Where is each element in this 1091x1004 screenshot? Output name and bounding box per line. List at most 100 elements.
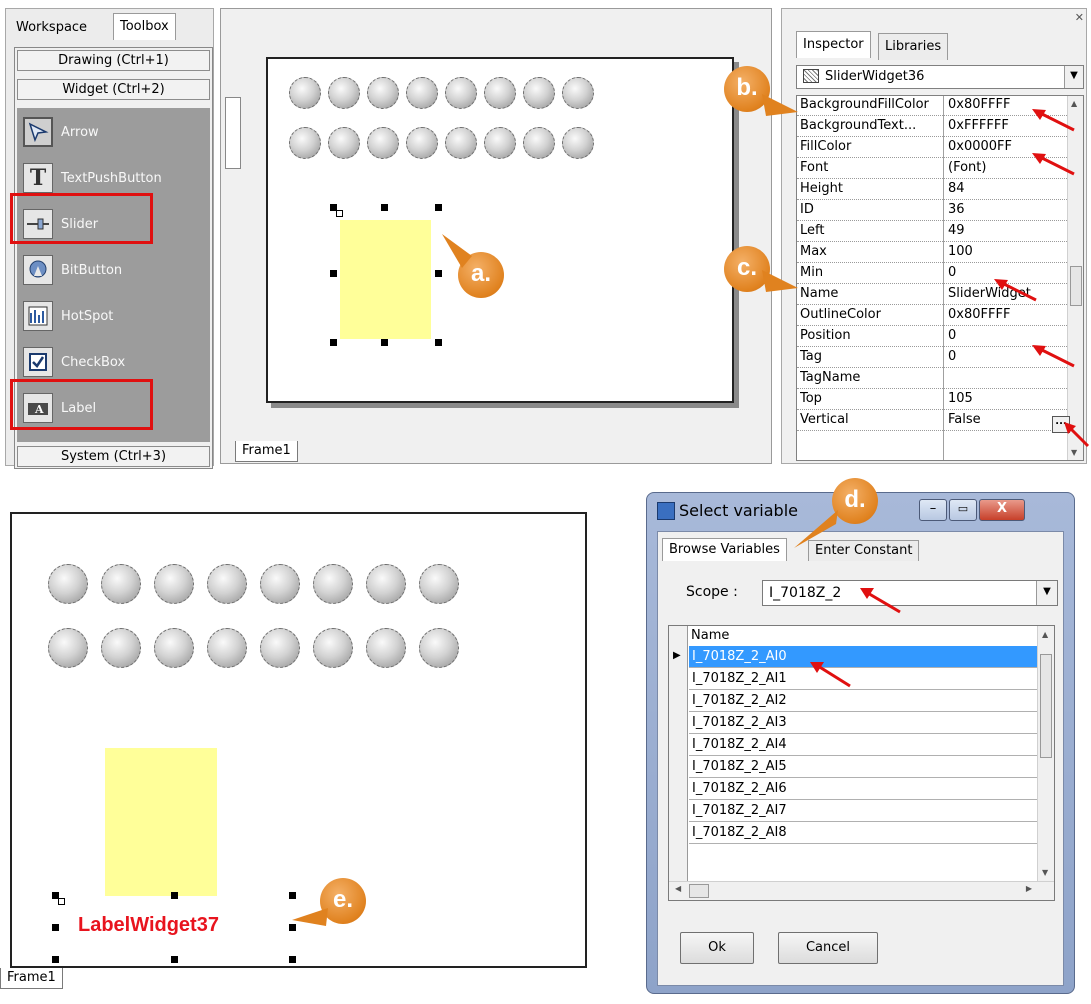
knob-widget[interactable] bbox=[445, 127, 477, 159]
variable-row[interactable]: I_7018Z_2_AI6 bbox=[689, 778, 1053, 800]
knob-widget[interactable] bbox=[289, 77, 321, 109]
knob-widget[interactable] bbox=[207, 628, 247, 668]
property-row[interactable]: Max 100 bbox=[797, 243, 1069, 263]
knob-widget[interactable] bbox=[523, 77, 555, 109]
tab-libraries[interactable]: Libraries bbox=[878, 33, 949, 60]
chevron-down-icon[interactable]: ▼ bbox=[1064, 66, 1083, 88]
property-row[interactable]: Font (Font) bbox=[797, 159, 1069, 179]
toolbox-item-textpushbutton[interactable]: T TextPushButton bbox=[23, 160, 162, 196]
property-value[interactable]: False bbox=[948, 412, 981, 427]
knob-widget[interactable] bbox=[101, 628, 141, 668]
knob-widget[interactable] bbox=[313, 628, 353, 668]
knob-widget[interactable] bbox=[445, 77, 477, 109]
variable-row[interactable]: I_7018Z_2_AI3 bbox=[689, 712, 1053, 734]
knob-widget[interactable] bbox=[313, 564, 353, 604]
resize-handle[interactable] bbox=[52, 924, 59, 931]
knob-widget[interactable] bbox=[562, 127, 594, 159]
tab-toolbox[interactable]: Toolbox bbox=[113, 13, 176, 40]
knob-widget[interactable] bbox=[260, 564, 300, 604]
property-row[interactable]: BackgroundText... 0xFFFFFF bbox=[797, 117, 1069, 137]
cancel-button[interactable]: Cancel bbox=[778, 932, 878, 964]
knob-widget[interactable] bbox=[101, 564, 141, 604]
property-value[interactable]: 105 bbox=[948, 391, 973, 406]
knob-widget[interactable] bbox=[366, 564, 406, 604]
toolbox-item-arrow[interactable]: Arrow bbox=[23, 114, 99, 150]
vertical-scrollbar[interactable]: ▲ ▼ bbox=[1037, 626, 1054, 881]
property-row[interactable]: Vertical False bbox=[797, 411, 1069, 431]
property-row[interactable]: BackgroundFillColor 0x80FFFF bbox=[797, 96, 1069, 116]
chevron-right-icon[interactable]: ▶ bbox=[1026, 884, 1032, 893]
chevron-down-icon[interactable]: ▼ bbox=[1036, 581, 1057, 605]
scrollbar-thumb[interactable] bbox=[1070, 266, 1082, 306]
property-value[interactable]: 0x80FFFF bbox=[948, 97, 1010, 112]
knob-widget[interactable] bbox=[562, 77, 594, 109]
tab-frame1[interactable]: Frame1 bbox=[235, 441, 298, 462]
property-value[interactable]: 0 bbox=[948, 349, 956, 364]
variable-row[interactable]: I_7018Z_2_AI5 bbox=[689, 756, 1053, 778]
maximize-icon[interactable]: ▭ bbox=[949, 499, 977, 521]
knob-widget[interactable] bbox=[406, 127, 438, 159]
frame-canvas[interactable] bbox=[266, 57, 734, 403]
tab-inspector[interactable]: Inspector bbox=[796, 31, 871, 58]
property-value[interactable]: 49 bbox=[948, 223, 965, 238]
knob-widget[interactable] bbox=[154, 628, 194, 668]
resize-handle[interactable] bbox=[171, 892, 178, 899]
scrollbar-thumb[interactable] bbox=[689, 884, 709, 898]
variable-row[interactable]: I_7018Z_2_AI2 bbox=[689, 690, 1053, 712]
resize-handle[interactable] bbox=[58, 898, 65, 905]
property-row[interactable]: Top 105 bbox=[797, 390, 1069, 410]
label-widget[interactable]: LabelWidget37 bbox=[78, 914, 219, 937]
knob-widget[interactable] bbox=[48, 564, 88, 604]
toolbox-item-bitbutton[interactable]: BitButton bbox=[23, 252, 122, 288]
knob-widget[interactable] bbox=[367, 77, 399, 109]
toolbox-item-hotspot[interactable]: HotSpot bbox=[23, 298, 113, 334]
variable-row[interactable]: I_7018Z_2_AI4 bbox=[689, 734, 1053, 756]
property-value[interactable]: 0 bbox=[948, 265, 956, 280]
property-value[interactable]: 0xFFFFFF bbox=[948, 118, 1009, 133]
property-value[interactable]: 0x80FFFF bbox=[948, 307, 1010, 322]
variable-row[interactable]: I_7018Z_2_AI7 bbox=[689, 800, 1053, 822]
tab-browse-variables[interactable]: Browse Variables bbox=[662, 538, 787, 561]
frame-canvas-bottom[interactable]: LabelWidget37 bbox=[10, 512, 587, 968]
property-row[interactable]: TagName bbox=[797, 369, 1069, 389]
resize-handle[interactable] bbox=[171, 956, 178, 963]
tab-workspace[interactable]: Workspace bbox=[10, 15, 94, 41]
knob-widget[interactable] bbox=[328, 127, 360, 159]
object-select[interactable]: SliderWidget36 ▼ bbox=[796, 65, 1084, 89]
chevron-left-icon[interactable]: ◀ bbox=[675, 884, 681, 893]
close-icon[interactable]: X bbox=[979, 499, 1025, 521]
property-row[interactable]: Left 49 bbox=[797, 222, 1069, 242]
resize-handle[interactable] bbox=[330, 270, 337, 277]
knob-widget[interactable] bbox=[484, 127, 516, 159]
property-value[interactable]: 100 bbox=[948, 244, 973, 259]
scrollbar-thumb[interactable] bbox=[1040, 654, 1052, 758]
knob-widget[interactable] bbox=[207, 564, 247, 604]
knob-widget[interactable] bbox=[328, 77, 360, 109]
knob-widget[interactable] bbox=[154, 564, 194, 604]
resize-handle[interactable] bbox=[381, 204, 388, 211]
knob-widget[interactable] bbox=[523, 127, 555, 159]
property-row[interactable]: FillColor 0x0000FF bbox=[797, 138, 1069, 158]
column-header-name[interactable]: Name bbox=[689, 626, 1041, 647]
chevron-up-icon[interactable]: ▲ bbox=[1042, 630, 1048, 639]
resize-handle[interactable] bbox=[289, 956, 296, 963]
ok-button[interactable]: Ok bbox=[680, 932, 754, 964]
horizontal-scrollbar[interactable]: ◀ ▶ bbox=[669, 881, 1054, 900]
variable-row[interactable]: I_7018Z_2_AI8 bbox=[689, 822, 1053, 844]
knob-widget[interactable] bbox=[367, 127, 399, 159]
property-row[interactable]: Tag 0 bbox=[797, 348, 1069, 368]
close-icon[interactable]: ✕ bbox=[1075, 11, 1084, 24]
resize-handle[interactable] bbox=[289, 892, 296, 899]
section-drawing[interactable]: Drawing (Ctrl+1) bbox=[17, 50, 210, 71]
resize-handle[interactable] bbox=[381, 339, 388, 346]
resize-handle[interactable] bbox=[52, 956, 59, 963]
chevron-down-icon[interactable]: ▼ bbox=[1042, 868, 1048, 877]
resize-handle[interactable] bbox=[435, 204, 442, 211]
knob-widget[interactable] bbox=[419, 628, 459, 668]
knob-widget[interactable] bbox=[484, 77, 516, 109]
resize-handle[interactable] bbox=[336, 210, 343, 217]
variable-row[interactable]: I_7018Z_2_AI0 bbox=[689, 646, 1053, 668]
knob-widget[interactable] bbox=[366, 628, 406, 668]
tab-frame1-bottom[interactable]: Frame1 bbox=[0, 968, 63, 989]
variable-row[interactable]: I_7018Z_2_AI1 bbox=[689, 668, 1053, 690]
